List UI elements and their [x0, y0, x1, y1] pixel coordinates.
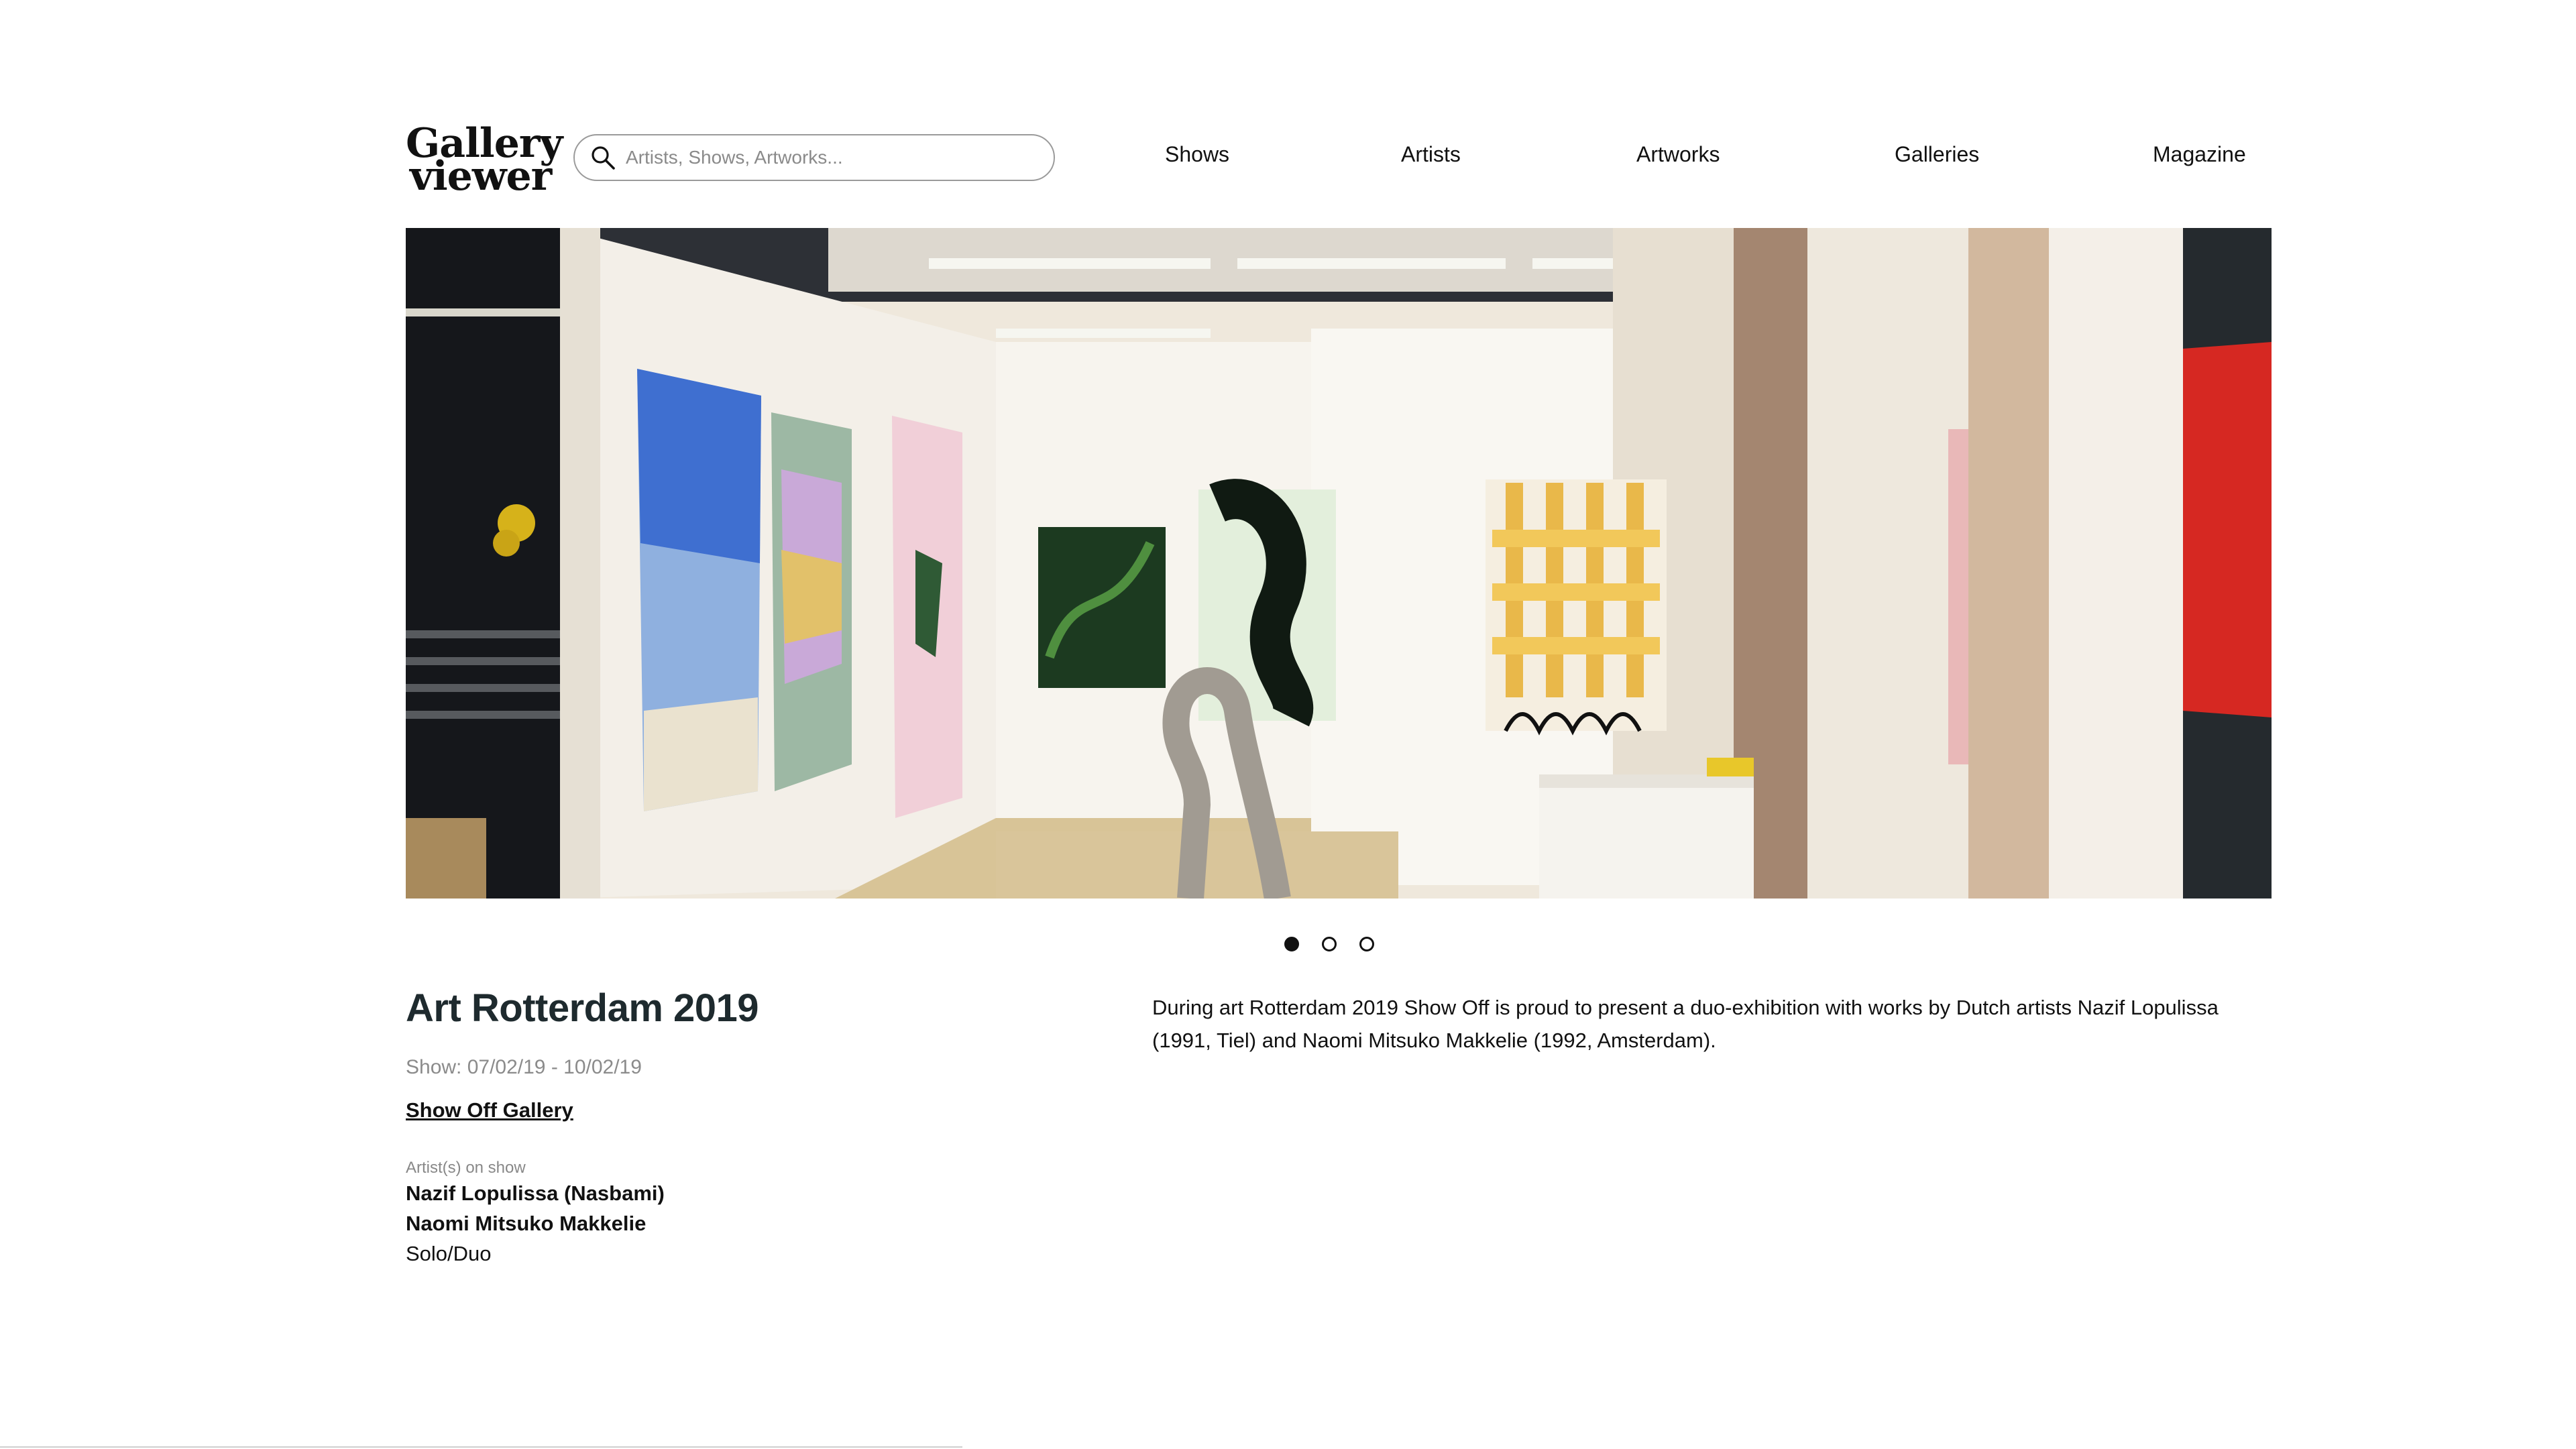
search-input[interactable] [624, 146, 1029, 169]
logo-line-2: viewer [410, 153, 552, 200]
nav-artists[interactable]: Artists [1401, 142, 1461, 167]
show-dates: Show: 07/02/19 - 10/02/19 [406, 1056, 642, 1078]
nav-shows[interactable]: Shows [1165, 142, 1229, 167]
nav-artworks[interactable]: Artworks [1636, 142, 1720, 167]
gallery-link[interactable]: Show Off Gallery [406, 1098, 573, 1122]
artists-label: Artist(s) on show [406, 1159, 526, 1177]
carousel-dot-2[interactable] [1322, 937, 1337, 951]
search-bar[interactable] [573, 134, 1055, 181]
carousel-indicators [1284, 937, 1374, 951]
show-type: Solo/Duo [406, 1242, 492, 1265]
artist-link[interactable]: Naomi Mitsuko Makkelie [406, 1212, 646, 1236]
carousel-dot-1[interactable] [1284, 937, 1299, 951]
artist-link[interactable]: Nazif Lopulissa (Nasbami) [406, 1181, 665, 1206]
carousel-dot-3[interactable] [1359, 937, 1374, 951]
nav-magazine[interactable]: Magazine [2153, 142, 2246, 167]
hero-image [406, 228, 2272, 899]
show-description: During art Rotterdam 2019 Show Off is pr… [1152, 996, 2219, 1052]
gallery-viewer-logo[interactable]: Gallery viewer [406, 123, 563, 200]
exhibition-photo [406, 228, 2272, 899]
search-icon [592, 146, 615, 170]
divider [0, 1446, 962, 1448]
show-title: Art Rotterdam 2019 [406, 986, 759, 1030]
nav-galleries[interactable]: Galleries [1895, 142, 1979, 167]
